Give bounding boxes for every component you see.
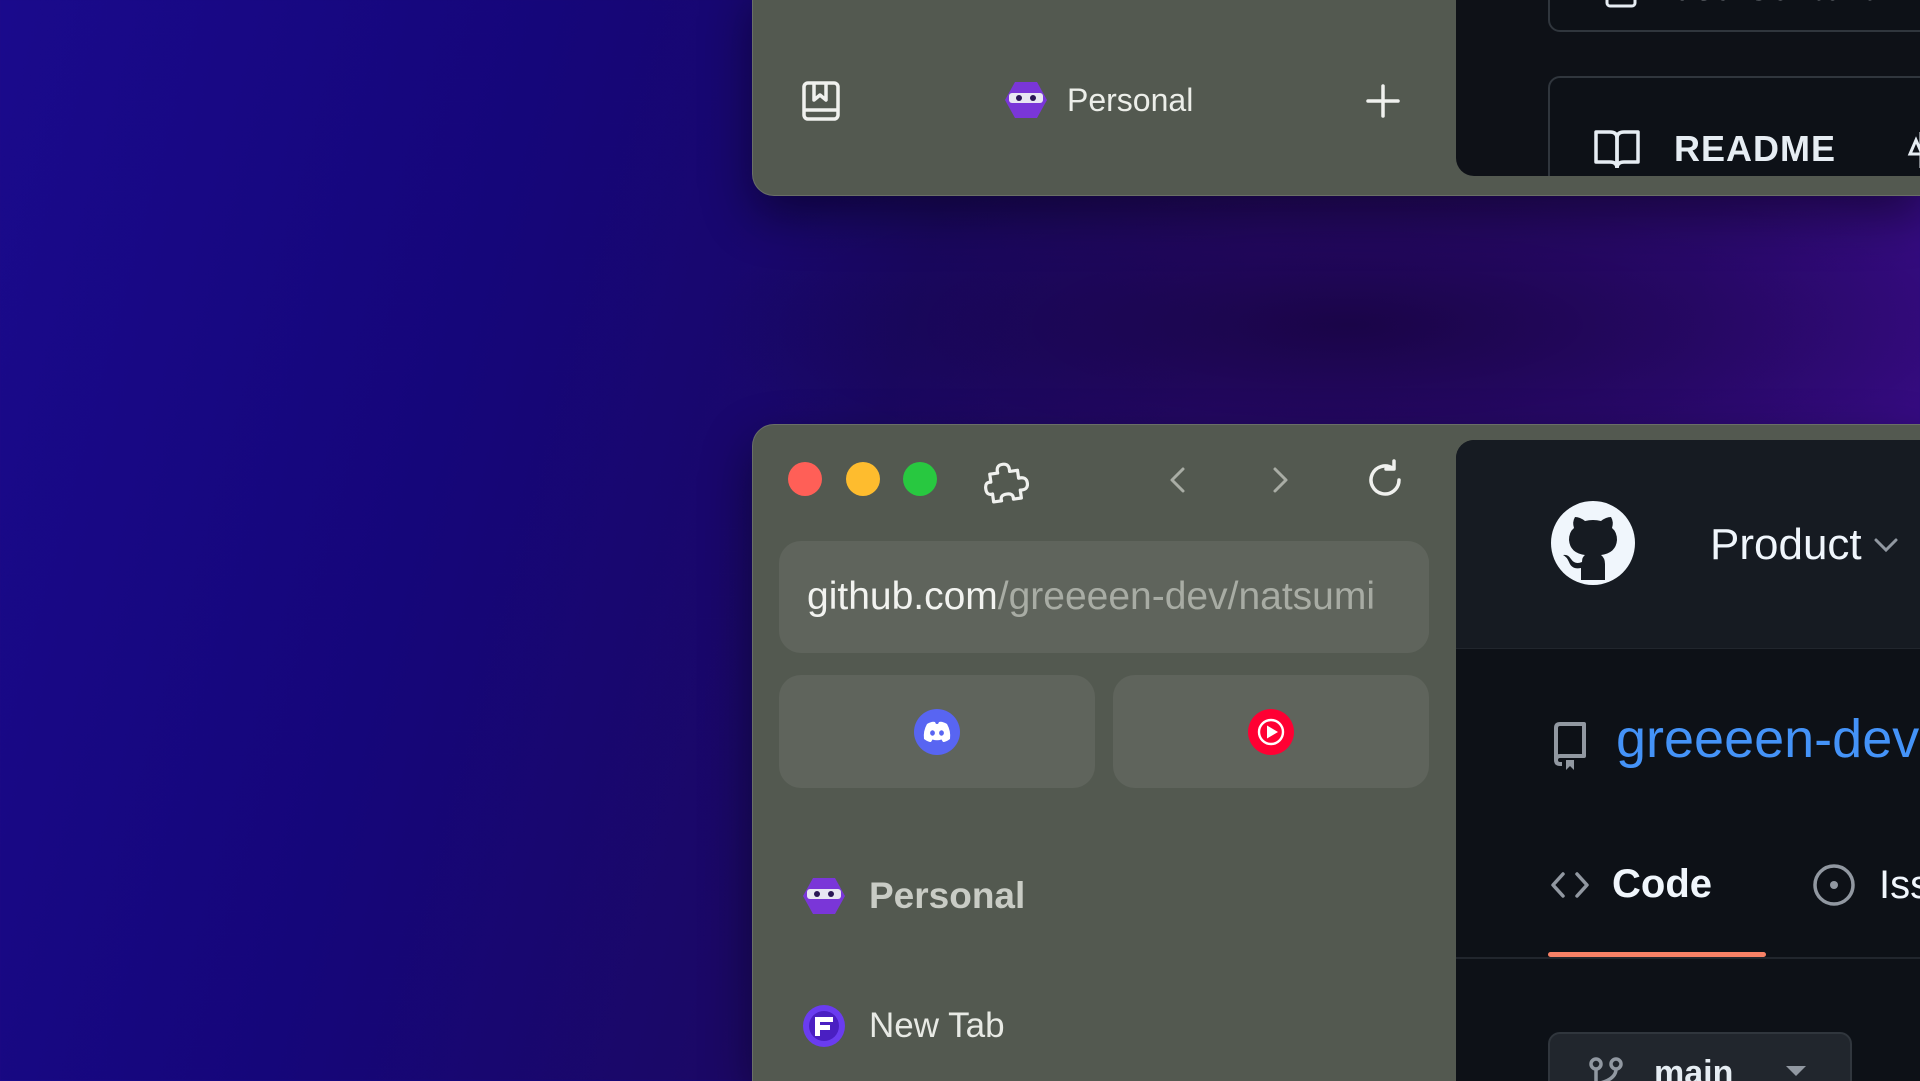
- reload-icon[interactable]: [1363, 458, 1407, 502]
- workspace-switcher[interactable]: Personal: [1003, 80, 1193, 120]
- page-content-top: userContent. README: [1456, 0, 1920, 176]
- github-page: Product greeeen-dev Code Iss: [1456, 440, 1920, 1081]
- address-bar[interactable]: github.com/greeeen-dev/natsumi: [779, 541, 1429, 653]
- discord-icon: [914, 708, 960, 755]
- book-icon: [1594, 130, 1640, 168]
- readme-tab-label[interactable]: README: [1674, 128, 1836, 170]
- tab-issues-label: Iss: [1879, 862, 1920, 907]
- tabs-divider: [1456, 957, 1920, 959]
- bookmarks-icon[interactable]: [801, 80, 841, 122]
- product-menu[interactable]: Product: [1710, 520, 1900, 570]
- branch-icon: [1589, 1057, 1623, 1081]
- issue-icon: [1813, 864, 1855, 906]
- browser-window-top: Personal userContent. README: [752, 0, 1920, 196]
- tab-code-label: Code: [1612, 862, 1712, 906]
- tab-code[interactable]: Code: [1550, 862, 1712, 907]
- workspace-label: Personal: [1067, 81, 1194, 118]
- chevron-left-icon[interactable]: [1163, 465, 1193, 495]
- browser-window-bottom: github.com/greeeen-dev/natsumi Personal: [752, 424, 1920, 1081]
- youtube-music-icon: [1248, 708, 1294, 755]
- file-name[interactable]: userContent.: [1674, 0, 1884, 9]
- pinned-tab-discord[interactable]: [779, 675, 1095, 788]
- pinned-tab-youtube-music[interactable]: [1113, 675, 1429, 788]
- code-icon: [1551, 871, 1589, 898]
- zoom-window-button[interactable]: [903, 462, 937, 496]
- branch-selector[interactable]: main: [1548, 1032, 1852, 1081]
- tab-label: New Tab: [869, 1006, 1005, 1045]
- chevron-down-icon: [1874, 538, 1898, 553]
- ninja-icon: [803, 878, 845, 914]
- url-host: github.com: [807, 575, 998, 618]
- law-icon: [1907, 132, 1920, 168]
- close-window-button[interactable]: [788, 462, 822, 496]
- ninja-icon: [1005, 82, 1047, 118]
- floorp-icon: [803, 1005, 845, 1047]
- url-path: /greeeen-dev/natsumi: [997, 575, 1376, 618]
- chevron-right-icon[interactable]: [1265, 465, 1295, 495]
- branch-name: main: [1654, 1054, 1734, 1081]
- minimize-window-button[interactable]: [846, 462, 880, 496]
- repo-owner-link[interactable]: greeeen-dev: [1616, 708, 1919, 770]
- sidebar-bottom-bar: Personal: [753, 0, 1456, 195]
- puzzle-icon[interactable]: [983, 458, 1029, 504]
- tab-new-tab[interactable]: New Tab: [801, 1003, 1005, 1049]
- url-fade: [1369, 541, 1429, 653]
- caret-down-icon: [1786, 1066, 1806, 1076]
- tab-issues[interactable]: Iss: [1811, 862, 1920, 908]
- workspace-header[interactable]: Personal: [801, 875, 1025, 917]
- github-header: Product: [1456, 440, 1920, 649]
- workspace-label: Personal: [869, 875, 1026, 916]
- github-logo-icon[interactable]: [1550, 500, 1636, 586]
- product-menu-label: Product: [1710, 520, 1862, 569]
- plus-icon[interactable]: [1365, 83, 1401, 119]
- file-icon: [1605, 0, 1637, 8]
- repo-icon: [1554, 722, 1586, 770]
